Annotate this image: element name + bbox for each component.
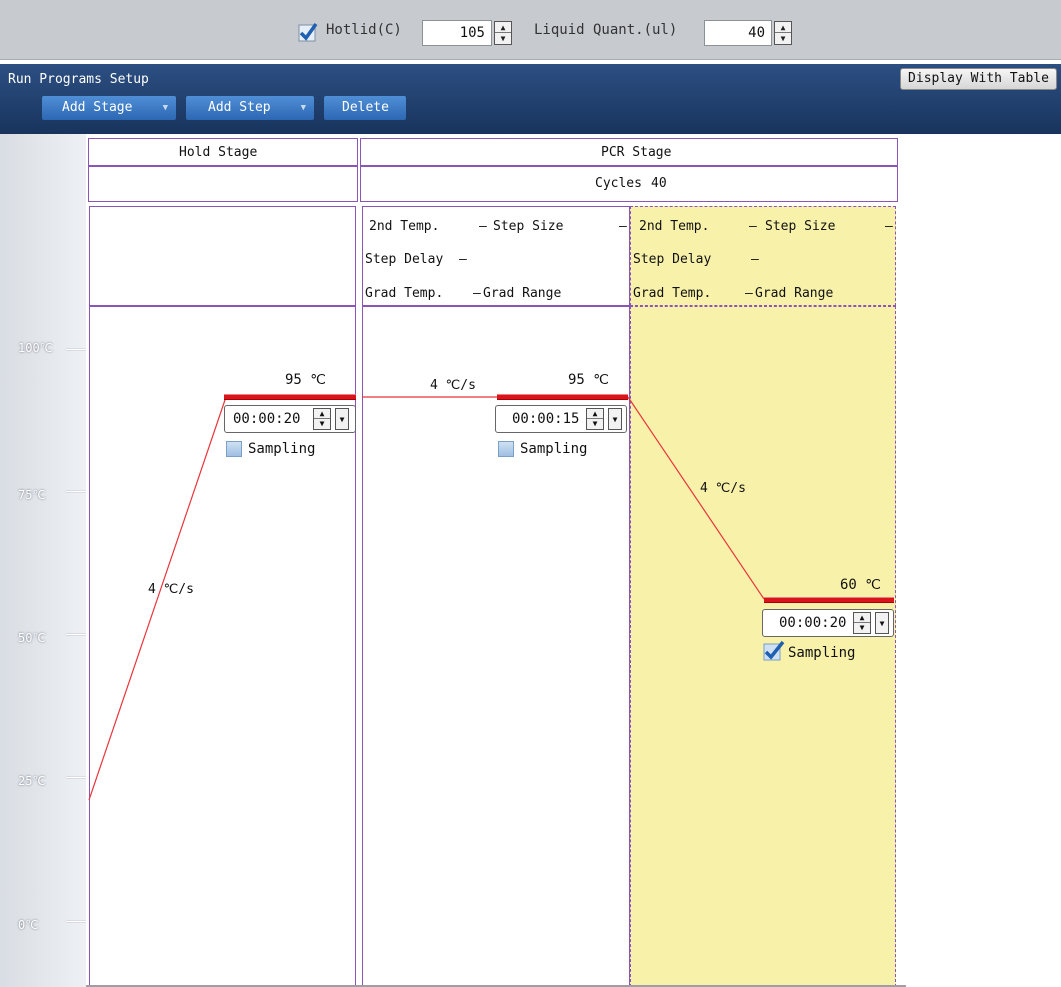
pcr-step2-sampling-checkbox[interactable] <box>763 640 785 662</box>
time-spinner[interactable]: ▲ ▼ <box>313 408 331 430</box>
second-temp-label: 2nd Temp. <box>369 219 440 234</box>
dash: – <box>749 219 757 234</box>
pcr-stage-title: PCR Stage <box>601 145 672 160</box>
axis-tick <box>66 777 86 778</box>
grad-temp-label: Grad Temp. <box>633 286 712 301</box>
time-spinner[interactable]: ▲ ▼ <box>853 612 871 634</box>
time-spinner[interactable]: ▲ ▼ <box>586 408 604 430</box>
spin-up-icon[interactable]: ▲ <box>314 409 330 419</box>
axis-tick <box>66 634 86 635</box>
hotlid-spinner[interactable]: ▲ ▼ <box>494 21 512 45</box>
dash: – <box>885 219 893 234</box>
step-size-label: Step Size <box>493 219 564 234</box>
hold-stage-cycles-row <box>88 166 358 202</box>
axis-tick <box>66 921 86 922</box>
dash: – <box>619 219 627 234</box>
second-temp-label: 2nd Temp. <box>639 219 710 234</box>
add-stage-button[interactable]: Add Stage ▼ <box>42 96 176 120</box>
axis-label-0: 0℃ <box>18 918 39 932</box>
chevron-down-icon[interactable]: ▼ <box>335 408 349 430</box>
temperature-axis <box>0 134 86 987</box>
pcr-stage-header[interactable]: PCR Stage <box>360 138 898 166</box>
pcr-step2-temp-bar[interactable] <box>764 597 894 603</box>
hold-step-temp[interactable]: 95 ℃ <box>285 372 326 388</box>
chevron-down-icon: ▼ <box>162 103 168 113</box>
spin-up-icon[interactable]: ▲ <box>587 409 603 419</box>
pcr-step1-time[interactable]: 00:00:15 ▲ ▼ ▼ <box>495 405 627 433</box>
spin-down-icon[interactable]: ▼ <box>854 623 870 633</box>
grad-temp-label: Grad Temp. <box>365 286 444 301</box>
liquid-quant-input[interactable]: 40 <box>704 20 772 46</box>
pcr-step1-temp-bar[interactable] <box>497 394 628 400</box>
run-programs-title: Run Programs Setup <box>8 72 149 87</box>
pcr-step2-ramp-rate[interactable]: 4 ℃/s <box>700 481 746 496</box>
pcr-step1-sampling-checkbox[interactable] <box>498 441 514 457</box>
add-step-label: Add Step <box>208 100 271 115</box>
dash: – <box>479 219 487 234</box>
cycles-value[interactable]: 40 <box>651 176 667 191</box>
chevron-down-icon[interactable]: ▼ <box>875 612 889 634</box>
hold-ramp-rate[interactable]: 4 ℃/s <box>148 582 194 597</box>
grad-range-label: Grad Range <box>755 286 834 301</box>
axis-label-100: 100℃ <box>18 341 54 355</box>
hotlid-checkbox[interactable] <box>298 22 318 42</box>
axis-tick <box>66 349 86 350</box>
hold-step-time[interactable]: 00:00:20 ▲ ▼ ▼ <box>224 405 356 433</box>
hold-stage-title: Hold Stage <box>179 145 258 160</box>
pcr-step2-temp[interactable]: 60 ℃ <box>840 577 881 593</box>
hotlid-input[interactable]: 105 <box>422 20 492 46</box>
dash: – <box>751 252 759 267</box>
hold-sampling-label: Sampling <box>248 441 316 457</box>
pcr-step2-time[interactable]: 00:00:20 ▲ ▼ ▼ <box>762 609 894 637</box>
pcr-step1-time-value[interactable]: 00:00:15 <box>512 411 579 427</box>
hold-sampling-checkbox[interactable] <box>226 441 242 457</box>
spin-down-icon[interactable]: ▼ <box>587 419 603 429</box>
pcr-step1-ramp-rate[interactable]: 4 ℃/s <box>430 378 476 393</box>
delete-button[interactable]: Delete <box>324 96 406 120</box>
dash: – <box>459 252 467 267</box>
pcr-step1-temp[interactable]: 95 ℃ <box>568 372 609 388</box>
pcr-step2-info: 2nd Temp. – Step Size – Step Delay – Gra… <box>630 206 896 306</box>
hold-step-temp-bar[interactable] <box>224 394 356 400</box>
cycles-label: Cycles <box>595 176 642 191</box>
spin-down-icon[interactable]: ▼ <box>775 33 791 44</box>
dash: – <box>745 286 753 301</box>
liquid-quant-spinner[interactable]: ▲ ▼ <box>774 21 792 45</box>
grad-range-label: Grad Range <box>483 286 562 301</box>
axis-tick <box>66 491 86 492</box>
spin-up-icon[interactable]: ▲ <box>495 22 511 33</box>
pcr-step1-sampling-label: Sampling <box>520 441 588 457</box>
add-stage-label: Add Stage <box>62 100 133 115</box>
pcr-stage-cycles-row: Cycles 40 <box>360 166 898 202</box>
chevron-down-icon: ▼ <box>300 103 306 113</box>
hotlid-label: Hotlid(C) <box>326 22 402 38</box>
axis-label-25: 25℃ <box>18 774 46 788</box>
spin-up-icon[interactable]: ▲ <box>854 613 870 623</box>
spin-down-icon[interactable]: ▼ <box>495 33 511 44</box>
step-delay-label: Step Delay <box>365 252 444 267</box>
pcr-step1-info: 2nd Temp. – Step Size – Step Delay – Gra… <box>362 206 630 306</box>
hold-step-time-value[interactable]: 00:00:20 <box>233 411 300 427</box>
hold-step-info <box>89 206 356 306</box>
display-with-table-button[interactable]: Display With Table <box>900 68 1057 90</box>
chevron-down-icon[interactable]: ▼ <box>608 408 622 430</box>
spin-down-icon[interactable]: ▼ <box>314 419 330 429</box>
top-toolbar: Hotlid(C) 105 ▲ ▼ Liquid Quant.(ul) 40 ▲… <box>0 0 1061 60</box>
step-delay-label: Step Delay <box>633 252 712 267</box>
liquid-quant-label: Liquid Quant.(ul) <box>534 22 678 38</box>
dash: – <box>473 286 481 301</box>
pcr-step2-sampling-label: Sampling <box>788 645 856 661</box>
hold-stage-header[interactable]: Hold Stage <box>88 138 358 166</box>
pcr-step2-time-value[interactable]: 00:00:20 <box>779 615 846 631</box>
axis-label-50: 50℃ <box>18 631 46 645</box>
spin-up-icon[interactable]: ▲ <box>775 22 791 33</box>
axis-label-75: 75℃ <box>18 488 46 502</box>
step-size-label: Step Size <box>765 219 836 234</box>
add-step-button[interactable]: Add Step ▼ <box>186 96 314 120</box>
